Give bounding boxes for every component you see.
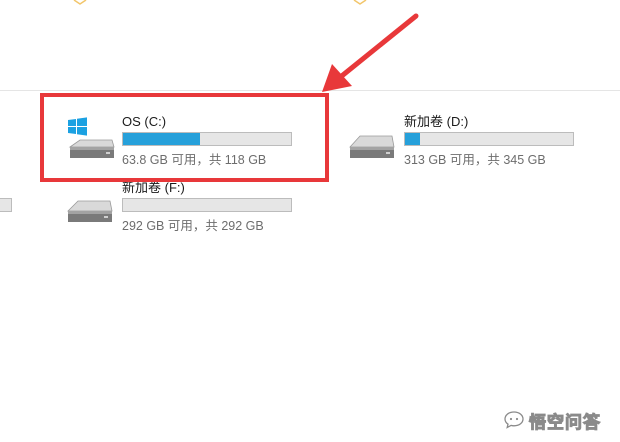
drive-name: 新加卷 (F:): [122, 180, 185, 195]
drive-usage-bar: [404, 132, 574, 146]
hard-drive-icon: [67, 200, 113, 222]
drive-item-d[interactable]: 新加卷 (D:) 313 GB 可用，共 345 GB: [348, 114, 588, 174]
highlight-box: [40, 93, 329, 182]
top-area: [0, 0, 620, 90]
watermark: 悟空问答: [503, 408, 601, 432]
top-glint-left: [73, 0, 87, 5]
drive-size-text: 313 GB 可用，共 345 GB: [404, 153, 546, 167]
drive-size-text: 292 GB 可用，共 292 GB: [122, 219, 264, 233]
chat-bubble-icon: [504, 411, 524, 429]
drive-name: 新加卷 (D:): [404, 114, 469, 129]
hard-drive-icon: [349, 135, 395, 158]
partial-drive-bar: [0, 198, 12, 212]
drive-usage-fill: [405, 133, 421, 145]
drive-item-f[interactable]: 新加卷 (F:) 292 GB 可用，共 292 GB: [66, 180, 306, 240]
drive-usage-bar: [122, 198, 292, 212]
watermark-text: 悟空问答: [529, 412, 601, 432]
top-glint-right: [353, 0, 367, 5]
section-divider: [0, 90, 620, 91]
